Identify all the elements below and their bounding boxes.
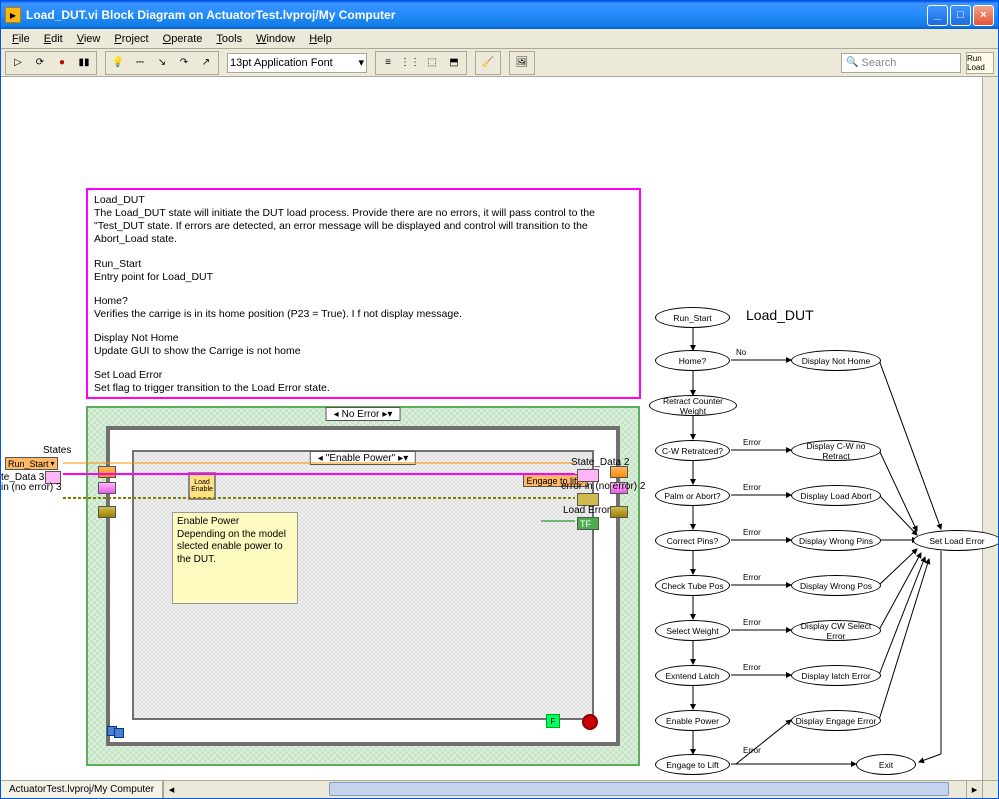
label-no: No: [736, 348, 746, 357]
menu-help[interactable]: Help: [302, 31, 339, 47]
node-select-weight: Select Weight: [655, 620, 730, 641]
align-button[interactable]: ≡: [377, 53, 399, 73]
reorder-button[interactable]: ⬒: [443, 53, 465, 73]
menu-project[interactable]: Project: [107, 31, 155, 47]
resize-button[interactable]: ⬚: [421, 53, 443, 73]
node-check-tube-pos: Check Tube Pos: [655, 575, 730, 596]
highlight-button[interactable]: 💡: [107, 53, 129, 73]
distribute-button[interactable]: ⋮⋮: [399, 53, 421, 73]
menu-tools[interactable]: Tools: [209, 31, 249, 47]
font-label: 13pt Application Font: [230, 57, 333, 69]
node-engage-to-lift: Engage to Lift: [655, 754, 730, 775]
scroll-right-button[interactable]: ▸: [966, 781, 982, 798]
step-into-button[interactable]: ↘: [151, 53, 173, 73]
node-cw-retr: C-W Retratced?: [655, 440, 730, 461]
debug-group: 💡 ⎓ ↘ ↷ ↗: [105, 51, 219, 75]
scroll-left-button[interactable]: ◂: [163, 781, 179, 798]
c-p1: The Load_DUT state will initiate the DUT…: [94, 207, 633, 246]
statusbar: ActuatorTest.lvproj/My Computer ◂ ▸: [1, 780, 998, 798]
node-display-cw-no-retract: Display C-W no Retract: [791, 440, 881, 461]
block-diagram-canvas[interactable]: Load_DUT The Load_DUT state will initiat…: [1, 77, 998, 780]
maximize-button[interactable]: □: [950, 5, 971, 26]
font-selector[interactable]: 13pt Application Font▾: [227, 53, 367, 73]
cleanup-button[interactable]: 🧹: [477, 53, 499, 73]
context-help-button[interactable]: Run Load: [966, 52, 994, 74]
node-display-latch-error: Display latch Error: [791, 665, 881, 686]
node-display-not-home: Display Not Home: [791, 350, 881, 371]
misc-group: 🖼: [509, 51, 535, 75]
node-display-wrong-pos: Display Wrong Pos: [791, 575, 881, 596]
menu-operate[interactable]: Operate: [156, 31, 210, 47]
toolbar: ▷ ⟳ ● ▮▮ 💡 ⎓ ↘ ↷ ↗ 13pt Application Font…: [1, 49, 998, 77]
resize-grip-icon[interactable]: [982, 781, 998, 798]
scroll-thumb[interactable]: [329, 782, 949, 796]
run-group: ▷ ⟳ ● ▮▮: [5, 51, 97, 75]
node-display-engage-error: Display Engage Error: [791, 710, 881, 731]
menu-file[interactable]: File: [5, 31, 37, 47]
node-set-load-error: Set Load Error: [913, 530, 998, 551]
titlebar[interactable]: ▶ Load_DUT.vi Block Diagram on ActuatorT…: [1, 1, 998, 29]
window: ▶ Load_DUT.vi Block Diagram on ActuatorT…: [0, 0, 999, 799]
flowchart: Load_DUT: [641, 307, 981, 780]
node-display-wrong-pins: Display Wrong Pins: [791, 530, 881, 551]
close-button[interactable]: ×: [973, 5, 994, 26]
cleanup-group: 🧹: [475, 51, 501, 75]
retain-wire-button[interactable]: ⎓: [129, 53, 151, 73]
menu-edit[interactable]: Edit: [37, 31, 70, 47]
menu-view[interactable]: View: [70, 31, 108, 47]
node-display-cw-select-error: Display CW Select Error: [791, 620, 881, 641]
node-exit: Exit: [856, 754, 916, 775]
node-correct-pins: Correct Pins?: [655, 530, 730, 551]
project-tab[interactable]: ActuatorTest.lvproj/My Computer: [1, 781, 163, 798]
app-icon: ▶: [5, 7, 21, 23]
c-h1: Load_DUT: [94, 194, 633, 207]
menu-window[interactable]: Window: [249, 31, 302, 47]
horizontal-scrollbar[interactable]: [179, 781, 966, 798]
window-controls: _ □ ×: [927, 5, 994, 26]
menubar: File Edit View Project Operate Tools Win…: [1, 29, 998, 49]
step-out-button[interactable]: ↗: [195, 53, 217, 73]
misc-button[interactable]: 🖼: [511, 53, 533, 73]
header-comment: Load_DUT The Load_DUT state will initiat…: [86, 188, 641, 399]
pause-button[interactable]: ▮▮: [73, 53, 95, 73]
step-over-button[interactable]: ↷: [173, 53, 195, 73]
node-home: Home?: [655, 350, 730, 371]
run-continuous-button[interactable]: ⟳: [29, 53, 51, 73]
wires: [1, 406, 641, 766]
search-placeholder: Search: [862, 57, 897, 69]
abort-button[interactable]: ●: [51, 53, 73, 73]
window-title: Load_DUT.vi Block Diagram on ActuatorTes…: [26, 8, 927, 22]
node-enable-power: Enable Power: [655, 710, 730, 731]
node-extend-latch: Exntend Latch: [655, 665, 730, 686]
node-run-start: Run_Start: [655, 307, 730, 328]
search-input[interactable]: 🔍 Search: [841, 53, 961, 73]
node-retract-cw: Retract Counter Weight: [649, 395, 737, 416]
node-palm-abort: Palm or Abort?: [655, 485, 730, 506]
align-group: ≡ ⋮⋮ ⬚ ⬒: [375, 51, 467, 75]
run-button[interactable]: ▷: [7, 53, 29, 73]
node-display-load-abort: Display Load Abort: [791, 485, 881, 506]
minimize-button[interactable]: _: [927, 5, 948, 26]
